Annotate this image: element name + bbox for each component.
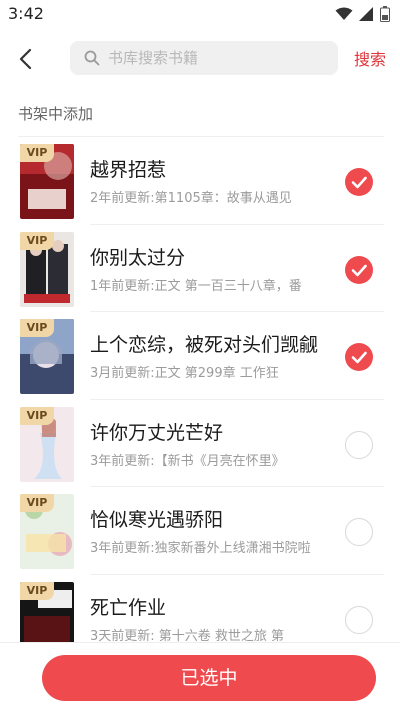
vip-badge: VIP [20,406,54,425]
search-button[interactable]: 搜索 [354,46,386,70]
search-header: 搜索 [0,38,400,78]
status-bar: 3:42 [0,0,400,28]
search-input[interactable] [108,49,318,67]
checkmark-icon [351,176,367,189]
book-cover: VIP [20,581,74,642]
book-item[interactable]: VIP 越界招惹 2年前更新:第1105章：故事从遇见 [0,137,400,225]
book-cover: VIP [20,406,74,482]
wifi-icon [335,7,353,20]
search-icon [84,50,100,66]
book-title: 死亡作业 [90,596,167,619]
vip-badge: VIP [20,319,54,337]
search-box[interactable] [70,41,338,75]
status-time: 3:42 [8,4,44,23]
select-checkbox[interactable] [345,343,373,371]
book-cover: VIP [20,494,74,569]
select-checkbox[interactable] [345,605,373,634]
select-checkbox[interactable] [345,518,373,546]
bottom-bar: 已选中 [0,642,400,710]
select-checkbox[interactable] [345,168,373,196]
book-cover: VIP [20,319,74,394]
book-update-info: 3天前更新: 第十六卷 救世之旅 第 [90,628,285,643]
book-item[interactable]: VIP 你别太过分 1年前更新:正文 第一百三十八章，番 [0,225,400,312]
vip-badge: VIP [20,581,54,600]
signal-icon [359,7,373,21]
book-item[interactable]: VIP 许你万丈光芒好 3年前更新:【新书《月亮在怀里》 [0,400,400,487]
back-button[interactable] [14,46,40,72]
book-item[interactable]: VIP 死亡作业 3天前更新: 第十六卷 救世之旅 第 [0,575,400,643]
status-icons [335,6,390,22]
vip-badge: VIP [20,144,54,162]
book-update-info: 1年前更新:正文 第一百三十八章，番 [90,278,302,294]
checkmark-icon [351,264,367,276]
book-title: 你别太过分 [90,246,186,269]
vip-badge: VIP [20,231,54,250]
book-cover: VIP [20,144,74,219]
battery-icon [380,6,390,22]
confirm-selected-button[interactable]: 已选中 [42,655,376,701]
book-title: 许你万丈光芒好 [90,421,224,444]
vip-badge: VIP [20,494,54,512]
select-checkbox[interactable] [345,430,373,459]
book-item[interactable]: VIP 上个恋综，被死对头们觊觎 3月前更新:正文 第299章 工作狂 [0,312,400,400]
book-update-info: 2年前更新:第1105章：故事从遇见 [90,191,292,206]
book-title: 恰似寒光遇骄阳 [90,509,224,531]
section-title: 书架中添加 [18,105,94,123]
book-cover: VIP [20,231,74,307]
book-title: 越界招惹 [90,159,167,181]
book-update-info: 3年前更新:独家新番外上线潇湘书院啦 [90,541,311,556]
book-update-info: 3月前更新:正文 第299章 工作狂 [90,366,279,381]
book-title: 上个恋综，被死对头们觊觎 [90,334,319,356]
checkmark-icon [351,351,367,364]
select-checkbox[interactable] [345,255,373,284]
book-list: VIP 越界招惹 2年前更新:第1105章：故事从遇见 VIP 你别太过分 1年… [0,137,400,642]
book-update-info: 3年前更新:【新书《月亮在怀里》 [90,453,285,469]
chevron-left-icon [19,48,32,70]
book-item[interactable]: VIP 恰似寒光遇骄阳 3年前更新:独家新番外上线潇湘书院啦 [0,487,400,575]
